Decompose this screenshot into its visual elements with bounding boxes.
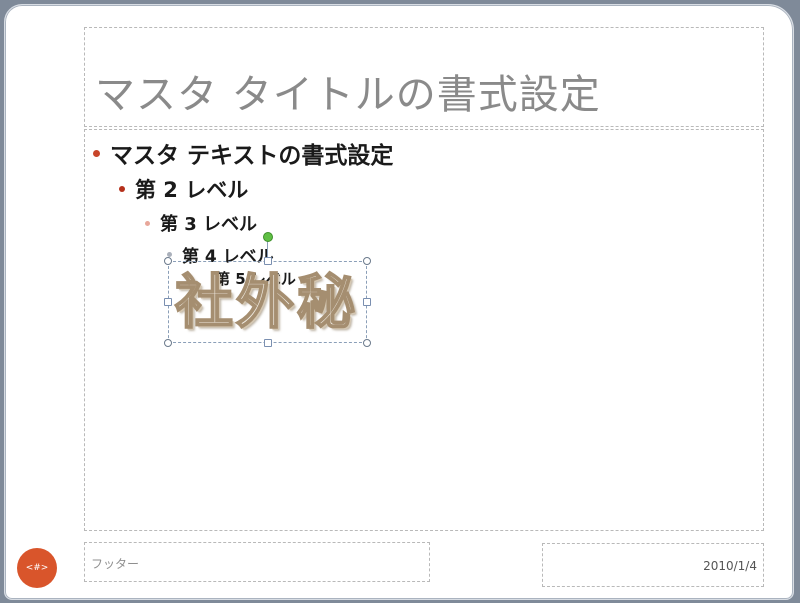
text-level-2-label: 第 2 レベル xyxy=(135,178,249,202)
resize-handle-bottom-left[interactable] xyxy=(164,339,172,347)
date-text: 2010/1/4 xyxy=(703,559,757,573)
wordart-text[interactable]: 社外秘 xyxy=(174,264,358,340)
bullet-icon xyxy=(145,220,150,226)
resize-handle-top[interactable] xyxy=(264,257,272,265)
date-placeholder[interactable]: 2010/1/4 xyxy=(542,543,764,587)
slide-number-badge[interactable]: <#> xyxy=(17,548,57,588)
text-level-2: 第 2 レベル xyxy=(119,174,248,204)
footer-text: フッター xyxy=(91,557,140,571)
text-level-1: マスタ テキストの書式設定 xyxy=(93,136,393,170)
resize-handle-right[interactable] xyxy=(363,298,371,306)
bullet-icon xyxy=(119,186,125,192)
resize-handle-top-right[interactable] xyxy=(363,257,371,265)
text-level-3: 第 3 レベル xyxy=(145,210,257,236)
title-text: マスタ タイトルの書式設定 xyxy=(95,72,601,118)
text-level-3-label: 第 3 レベル xyxy=(160,214,258,235)
resize-handle-bottom[interactable] xyxy=(264,339,272,347)
slide-canvas[interactable]: マスタ タイトルの書式設定 マスタ テキストの書式設定 第 2 レベル 第 3 … xyxy=(4,4,794,600)
title-placeholder[interactable]: マスタ タイトルの書式設定 xyxy=(84,27,764,127)
resize-handle-bottom-right[interactable] xyxy=(363,339,371,347)
wordart-shape[interactable]: 社外秘 xyxy=(168,261,367,343)
rotate-handle[interactable] xyxy=(263,232,273,242)
text-level-1-label: マスタ テキストの書式設定 xyxy=(110,143,394,169)
resize-handle-top-left[interactable] xyxy=(164,257,172,265)
footer-placeholder[interactable]: フッター xyxy=(84,542,430,582)
slide-number-text: <#> xyxy=(25,563,49,573)
bullet-icon xyxy=(93,149,100,157)
resize-handle-left[interactable] xyxy=(164,298,172,306)
